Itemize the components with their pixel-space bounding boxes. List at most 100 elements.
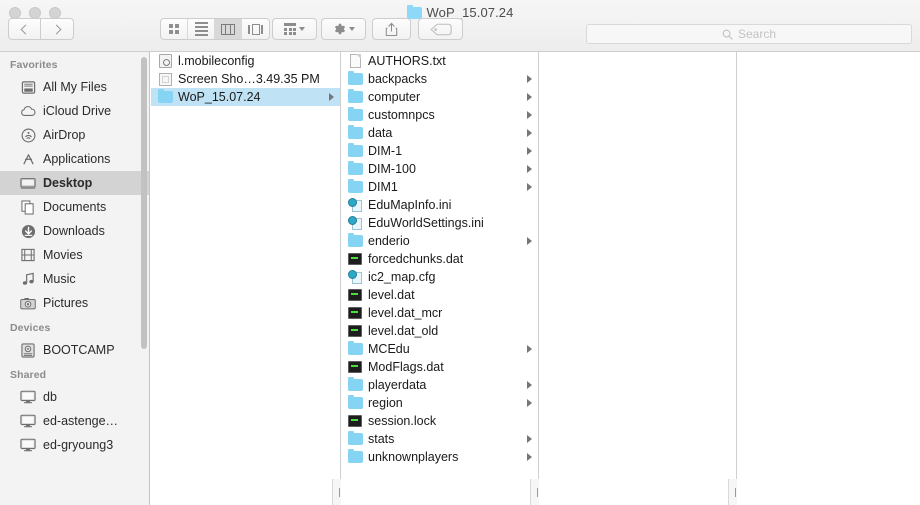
file-row[interactable]: MCEdu: [341, 340, 538, 358]
sidebar-item-airdrop[interactable]: AirDrop: [0, 123, 149, 147]
back-button[interactable]: [8, 18, 41, 40]
sidebar-item-label: db: [43, 390, 57, 404]
file-name: region: [368, 396, 403, 410]
file-row[interactable]: playerdata: [341, 376, 538, 394]
file-name: MCEdu: [368, 342, 410, 356]
chevron-right-icon: [51, 24, 61, 34]
chevron-down-icon: [299, 27, 305, 31]
file-row[interactable]: level.dat_mcr: [341, 304, 538, 322]
file-row[interactable]: ModFlags.dat: [341, 358, 538, 376]
cloud-icon: [20, 103, 36, 119]
arrange-button[interactable]: [272, 18, 317, 40]
file-row[interactable]: l.mobileconfig: [151, 52, 340, 70]
disclosure-arrow-icon: [527, 93, 532, 101]
folder-icon: [347, 142, 363, 159]
sidebar-item-pictures[interactable]: Pictures: [0, 291, 149, 315]
disclosure-arrow-icon: [527, 237, 532, 245]
file-row[interactable]: unknownplayers: [341, 448, 538, 466]
file-row[interactable]: DIM1: [341, 178, 538, 196]
folder-icon: [347, 178, 363, 195]
file-row[interactable]: DIM-100: [341, 160, 538, 178]
documents-icon: [20, 199, 36, 215]
share-button[interactable]: [372, 18, 411, 40]
forward-button[interactable]: [41, 18, 74, 40]
file-row[interactable]: Screen Sho…3.49.35 PM: [151, 70, 340, 88]
data-file-icon: [347, 323, 363, 339]
data-file-icon: [347, 359, 363, 375]
file-row[interactable]: DIM-1: [341, 142, 538, 160]
folder-icon: [157, 88, 173, 105]
file-name: level.dat: [368, 288, 415, 302]
sidebar-scrollbar-thumb[interactable]: [141, 57, 147, 349]
file-name: DIM-1: [368, 144, 403, 158]
finder-window: WoP_15.07.24 Search Favorites All My Fil…: [0, 0, 920, 505]
airdrop-icon: [20, 127, 36, 143]
sidebar-item-desktop[interactable]: Desktop: [0, 171, 149, 195]
columns-icon: [221, 23, 235, 35]
file-name: data: [368, 126, 393, 140]
file-row[interactable]: data: [341, 124, 538, 142]
file-row[interactable]: EduWorldSettings.ini: [341, 214, 538, 232]
sidebar-item-label: Pictures: [43, 296, 89, 310]
music-icon: [20, 271, 36, 287]
sidebar-item-bootcamp[interactable]: BOOTCAMP: [0, 338, 149, 362]
tags-button[interactable]: [418, 18, 463, 40]
action-menu-button[interactable]: [321, 18, 366, 40]
chevron-down-icon: [349, 27, 355, 31]
sidebar-item-ed-astenge[interactable]: ed-astenge…: [0, 409, 149, 433]
disclosure-arrow-icon: [527, 453, 532, 461]
file-row[interactable]: level.dat: [341, 286, 538, 304]
sidebar-item-ed-gryoung3[interactable]: ed-gryoung3: [0, 433, 149, 457]
file-row[interactable]: EduMapInfo.ini: [341, 196, 538, 214]
column-preview-empty[interactable]: [539, 52, 736, 505]
sidebar-item-music[interactable]: Music: [0, 267, 149, 291]
sidebar-item-label: ed-astenge…: [43, 414, 119, 428]
file-name: DIM1: [368, 180, 398, 194]
sidebar-item-all-my-files[interactable]: All My Files: [0, 75, 149, 99]
file-row[interactable]: WoP_15.07.24: [151, 88, 340, 106]
column-desktop[interactable]: l.mobileconfig Screen Sho…3.49.35 PM WoP_1…: [151, 52, 340, 505]
search-field[interactable]: Search: [586, 24, 912, 44]
file-row[interactable]: forcedchunks.dat: [341, 250, 538, 268]
sidebar-item-label: AirDrop: [43, 128, 86, 142]
file-row[interactable]: session.lock: [341, 412, 538, 430]
sidebar-item-icloud-drive[interactable]: iCloud Drive: [0, 99, 149, 123]
mobileconfig-icon: [157, 53, 173, 69]
file-row[interactable]: computer: [341, 88, 538, 106]
file-row[interactable]: AUTHORS.txt: [341, 52, 538, 70]
folder-icon: [347, 232, 363, 249]
file-row[interactable]: level.dat_old: [341, 322, 538, 340]
folder-icon: [347, 70, 363, 87]
icon-view-button[interactable]: [161, 19, 188, 39]
file-row[interactable]: region: [341, 394, 538, 412]
file-row[interactable]: enderio: [341, 232, 538, 250]
file-name: session.lock: [368, 414, 437, 428]
sidebar-item-downloads[interactable]: Downloads: [0, 219, 149, 243]
titlebar: WoP_15.07.24 Search: [0, 0, 920, 52]
disclosure-arrow-icon: [527, 129, 532, 137]
folder-icon: [347, 106, 363, 123]
list-view-button[interactable]: [188, 19, 215, 39]
column-view-button[interactable]: [215, 19, 242, 39]
sidebar-item-applications[interactable]: Applications: [0, 147, 149, 171]
sidebar-item-label: ed-gryoung3: [43, 438, 114, 452]
sidebar-item-movies[interactable]: Movies: [0, 243, 149, 267]
sidebar-item-documents[interactable]: Documents: [0, 195, 149, 219]
desktop-icon: [20, 175, 36, 191]
sidebar: Favorites All My Files iCloud Drive AirDrop…: [0, 52, 150, 505]
sidebar-item-db[interactable]: db: [0, 385, 149, 409]
file-row[interactable]: ic2_map.cfg: [341, 268, 538, 286]
file-row[interactable]: customnpcs: [341, 106, 538, 124]
disclosure-arrow-icon: [527, 399, 532, 407]
file-row[interactable]: backpacks: [341, 70, 538, 88]
file-name: playerdata: [368, 378, 427, 392]
column-wop[interactable]: AUTHORS.txt backpacks computer customnpcs da…: [341, 52, 538, 505]
file-name: ic2_map.cfg: [368, 270, 436, 284]
file-name: level.dat_old: [368, 324, 439, 338]
sidebar-scrollbar[interactable]: [141, 57, 147, 492]
folder-icon: [347, 340, 363, 357]
column-trailing-empty[interactable]: [737, 52, 907, 505]
coverflow-view-button[interactable]: [242, 19, 269, 39]
disclosure-arrow-icon: [527, 111, 532, 119]
file-row[interactable]: stats: [341, 430, 538, 448]
